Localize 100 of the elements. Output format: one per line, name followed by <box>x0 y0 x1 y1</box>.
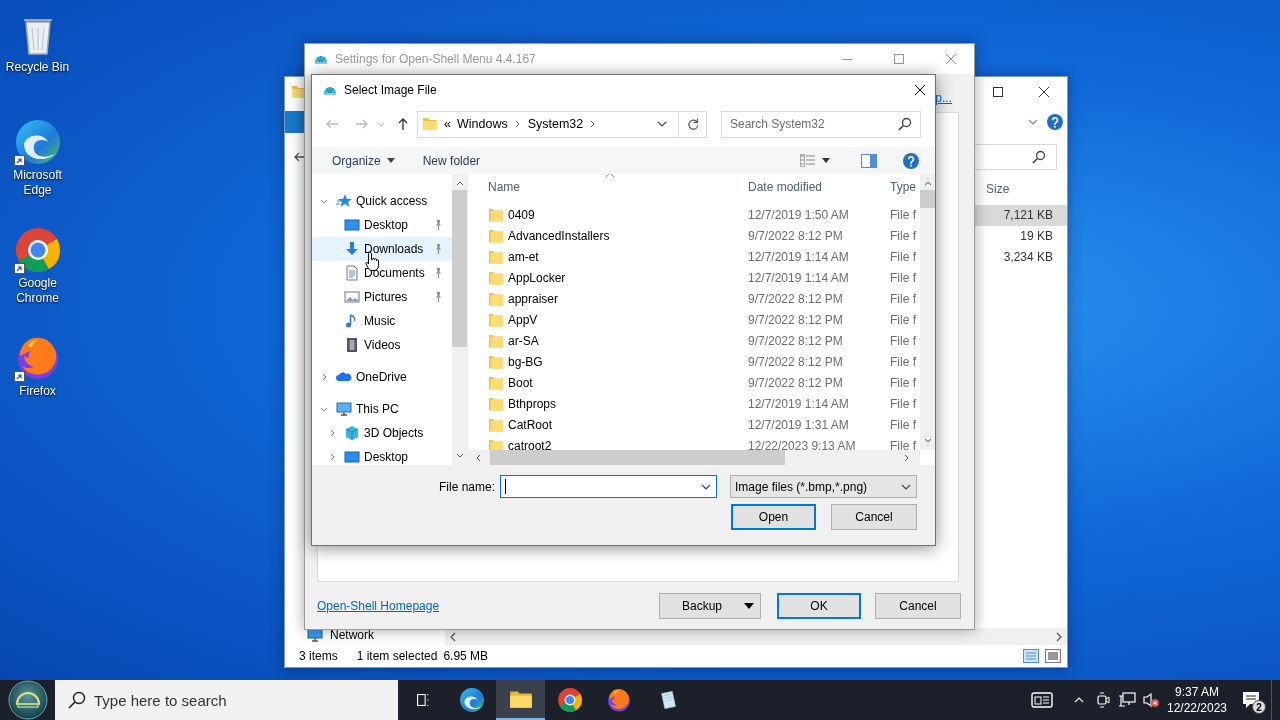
horizontal-scrollbar[interactable] <box>445 628 1067 645</box>
folder-icon <box>488 333 504 348</box>
window-title: Settings for Open-Shell Menu 4.4.167 <box>335 52 536 66</box>
preview-pane-icon[interactable] <box>861 153 877 168</box>
date-modified: 9/7/2022 8:12 PM <box>748 228 844 243</box>
toolbar-button[interactable]: New folder <box>418 148 485 173</box>
item-count: 3 items <box>299 649 338 663</box>
search-field[interactable]: Search System32 <box>721 110 921 138</box>
wave-logo-icon <box>458 687 485 713</box>
vertical-scrollbar[interactable] <box>452 174 467 465</box>
settings-link[interactable]: p... <box>935 91 952 105</box>
date-modified: 12/7/2019 1:14 AM <box>748 396 850 411</box>
file-type: File f <box>890 417 916 432</box>
menu-button[interactable]: Organize <box>328 148 399 173</box>
dialog-button[interactable]: Cancel <box>831 504 917 530</box>
nav-item[interactable]: This PC <box>312 397 452 421</box>
refresh-button[interactable] <box>679 110 707 138</box>
nav-item[interactable]: Quick access <box>312 189 452 213</box>
file-type-dropdown[interactable]: Image files (*.bmp,*.png) <box>730 475 917 498</box>
cube-icon <box>344 425 360 441</box>
refresh-icon <box>685 117 700 131</box>
vertical-scrollbar[interactable] <box>920 174 935 450</box>
breadcrumb-item[interactable]: System32 <box>527 117 584 131</box>
column-header[interactable]: Size <box>979 177 1057 201</box>
details-view-icon[interactable] <box>1023 649 1039 663</box>
split-button[interactable]: Backup <box>659 592 761 619</box>
folder-icon <box>488 312 504 327</box>
breadcrumb-item[interactable]: Windows <box>456 117 508 131</box>
desktop-shortcut[interactable]: Google Chrome <box>0 222 75 330</box>
nav-item[interactable]: Music <box>312 309 452 333</box>
large-icons-view-icon[interactable] <box>1045 649 1061 663</box>
file-name-field[interactable] <box>500 475 717 498</box>
desktop-shortcut[interactable]: Recycle Bin <box>0 6 75 114</box>
file-type: File f <box>890 228 916 243</box>
nav-item[interactable]: Desktop <box>312 213 452 237</box>
folder-icon <box>488 291 504 306</box>
file-name: AppV <box>508 312 538 327</box>
desktop-shortcut[interactable]: Microsoft Edge <box>0 114 75 222</box>
dialog-button[interactable]: Cancel <box>875 592 961 619</box>
help-icon[interactable] <box>903 152 919 169</box>
folder-icon <box>488 375 504 390</box>
search-icon <box>68 691 86 709</box>
nav-item[interactable]: OneDrive <box>312 365 452 389</box>
file-type: File f <box>890 354 916 369</box>
up-arrow-icon <box>396 117 410 131</box>
dropdown-caret-icon <box>386 158 395 163</box>
horizontal-scrollbar[interactable] <box>468 450 920 465</box>
chevron-right-icon <box>513 120 522 128</box>
file-name: Boot <box>508 375 533 390</box>
file-name: appraiser <box>508 291 559 306</box>
file-type: File f <box>890 291 916 306</box>
monitor-icon <box>344 217 360 233</box>
nav-item[interactable]: Network <box>307 628 445 642</box>
nav-item[interactable]: 3D Objects <box>312 421 452 445</box>
scrollbar-thumb[interactable] <box>920 190 935 208</box>
ring-logo-icon <box>556 687 583 713</box>
close-icon <box>945 53 957 65</box>
nav-item[interactable]: Downloads <box>312 237 452 261</box>
folder-icon <box>488 270 504 285</box>
nav-item[interactable]: Pictures <box>312 285 452 309</box>
file-name: CatRoot <box>508 417 553 432</box>
nav-item[interactable]: Videos <box>312 333 452 357</box>
dialog-button[interactable]: OK <box>777 592 861 619</box>
maximize-icon <box>992 86 1004 98</box>
network-icon <box>307 627 323 643</box>
file-name: AppLocker <box>508 270 566 285</box>
file-type: File f <box>890 312 916 327</box>
column-header[interactable]: Type <box>890 174 918 200</box>
taskbar-button[interactable] <box>496 680 545 720</box>
ring-logo-icon <box>13 226 62 274</box>
dropdown-caret-icon[interactable] <box>822 158 830 163</box>
clock[interactable]: 9:37 AM 12/22/2023 <box>1163 680 1231 720</box>
dialog-title: Select Image File <box>344 83 437 97</box>
nav-item[interactable]: Desktop <box>312 445 452 465</box>
scrollbar-thumb[interactable] <box>452 190 467 347</box>
help-icon[interactable] <box>1047 114 1063 130</box>
file-type: File f <box>890 438 916 450</box>
breadcrumb-overflow[interactable]: « <box>444 117 451 131</box>
column-header[interactable]: Date modified <box>748 174 890 200</box>
close-icon <box>1038 86 1050 98</box>
date-modified: 12/7/2019 1:14 AM <box>748 249 850 264</box>
folder-icon <box>488 354 504 369</box>
homepage-link[interactable]: Open-Shell Homepage <box>317 598 440 613</box>
scrollbar-thumb[interactable] <box>490 450 785 465</box>
file-type: File f <box>890 270 916 285</box>
folder-icon <box>488 249 504 264</box>
date-modified: 9/7/2022 8:12 PM <box>748 354 844 369</box>
column-header[interactable]: Name <box>468 174 748 200</box>
details-view-icon[interactable] <box>800 153 816 168</box>
taskbar-search-field[interactable]: Type here to search <box>55 680 398 720</box>
date-modified: 12/7/2019 1:14 AM <box>748 270 850 285</box>
notifications-button[interactable]: 2 <box>1231 680 1271 720</box>
nav-item[interactable]: Documents <box>312 261 452 285</box>
date-modified: 12/7/2019 1:31 AM <box>748 417 850 432</box>
wave-logo-icon <box>13 118 62 166</box>
folder-icon <box>488 207 504 222</box>
desktop-shortcut[interactable]: Firefox <box>0 330 75 438</box>
dialog-button[interactable]: Open <box>731 504 816 530</box>
selection-info: 1 item selected <box>356 649 438 663</box>
address-bar[interactable]: « Windows System32 <box>417 110 679 138</box>
